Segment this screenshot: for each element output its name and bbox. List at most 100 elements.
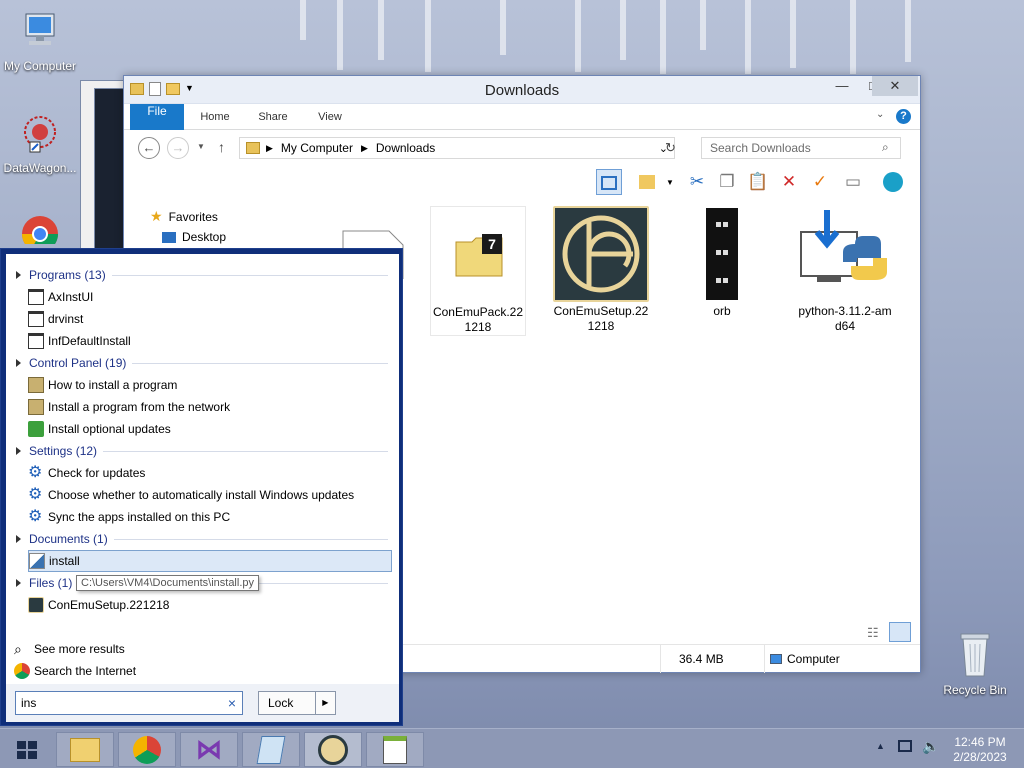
start-search-panel: Programs (13) AxInstUI drvinst InfDefaul… [0, 248, 403, 726]
large-icons-view-icon[interactable] [889, 622, 911, 642]
file-item[interactable]: 7 ConEmuPack.221218 [430, 206, 526, 336]
back-button[interactable]: ← [138, 137, 160, 159]
copy-icon[interactable]: ❐ [714, 169, 740, 195]
file-name: ConEmuPack.221218 [432, 305, 524, 334]
result-item[interactable]: Install optional updates [28, 418, 392, 440]
gear-icon: ⚙ [28, 464, 43, 481]
expand-icon [16, 447, 21, 455]
result-item[interactable]: ⚙ Sync the apps installed on this PC [28, 506, 392, 528]
see-more-results-link[interactable]: ⌕ See more results [14, 638, 378, 660]
power-options-arrow[interactable]: ▶ [316, 692, 335, 714]
desktop-icon-chrome[interactable] [0, 214, 80, 244]
network-icon[interactable] [898, 740, 912, 752]
result-item-selected[interactable]: install [28, 550, 392, 572]
globe-icon[interactable] [880, 169, 906, 195]
desktop-icon-recycle-bin[interactable]: Recycle Bin [935, 630, 1015, 697]
ribbon-expand-icon[interactable]: ⌄ [876, 109, 884, 120]
taskbar-visual-studio[interactable]: ⋈ [180, 732, 238, 767]
computer-icon [0, 10, 80, 57]
tab-file[interactable]: File [130, 104, 184, 130]
result-item[interactable]: ⚙ Choose whether to automatically install… [28, 484, 392, 506]
programs-features-icon [28, 377, 44, 393]
taskbar-notepad-plus-plus[interactable] [366, 732, 424, 767]
file-item[interactable]: ConEmuSetup.221218 [553, 206, 649, 334]
clock-date: 2/28/2023 [953, 750, 1007, 764]
delete-icon[interactable]: ✕ [776, 169, 802, 195]
desktop-icon-my-computer[interactable]: My Computer [0, 10, 80, 73]
details-view-icon[interactable]: ☷ [867, 625, 879, 641]
group-header-programs[interactable]: Programs (13) [16, 266, 388, 284]
clock[interactable]: 12:46 PM 2/28/2023 [945, 735, 1015, 765]
select-folder-icon[interactable] [634, 169, 660, 195]
clear-search-icon[interactable]: × [228, 692, 236, 714]
svg-text:7: 7 [488, 236, 496, 252]
tab-share[interactable]: Share [248, 104, 298, 130]
group-header-settings[interactable]: Settings (12) [16, 442, 388, 460]
explorer-titlebar[interactable]: ▼ Downloads — □ ✕ [124, 76, 920, 104]
checkmark-icon[interactable]: ✓ [807, 169, 833, 195]
result-item[interactable]: ⚙ Check for updates [28, 462, 392, 484]
notepad-icon [256, 735, 286, 764]
orb-icon [674, 206, 770, 302]
file-explorer-icon [70, 737, 100, 762]
gear-icon: ⚙ [28, 486, 43, 503]
up-button[interactable]: ↑ [218, 139, 225, 155]
help-icon[interactable]: ? [896, 109, 911, 124]
start-button[interactable] [17, 741, 37, 759]
chrome-icon [133, 735, 161, 764]
forward-button[interactable]: → [167, 137, 189, 159]
app-window-icon [28, 311, 44, 327]
desktop-icon-label: My Computer [3, 59, 77, 73]
expand-icon [16, 535, 21, 543]
recent-locations-icon[interactable]: ▼ [197, 142, 205, 151]
datawagon-icon [0, 112, 80, 159]
close-button[interactable]: ✕ [872, 76, 918, 96]
search-input[interactable]: Search Downloads [701, 137, 901, 159]
nav-desktop[interactable]: Desktop [162, 230, 226, 244]
preview-pane-icon[interactable] [596, 169, 622, 195]
archive-7z-icon: 7 [431, 207, 527, 303]
desktop-icon-datawagon[interactable]: DataWagon... [0, 112, 80, 175]
result-item[interactable]: InfDefaultInstall [28, 330, 392, 352]
explorer-toolbar: ▼ ✂ ❐ 📋 ✕ ✓ ▭ [124, 166, 920, 198]
group-header-documents[interactable]: Documents (1) [16, 530, 388, 548]
taskbar-file-explorer[interactable] [56, 732, 114, 767]
group-header-control-panel[interactable]: Control Panel (19) [16, 354, 388, 372]
lock-button[interactable]: Lock [259, 692, 316, 714]
search-internet-link[interactable]: Search the Internet [14, 660, 378, 682]
file-item[interactable]: python-3.11.2-amd64 [797, 206, 893, 334]
breadcrumb-downloads[interactable]: Downloads [376, 141, 435, 155]
python-file-icon [29, 553, 45, 569]
python-installer-icon [797, 206, 893, 302]
search-icon[interactable]: ⌕ [882, 140, 889, 155]
result-item[interactable]: Install a program from the network [28, 396, 392, 418]
visual-studio-icon: ⋈ [196, 734, 222, 764]
search-query-input[interactable]: ins × [15, 691, 243, 715]
minimize-button[interactable]: — [826, 76, 858, 96]
result-item[interactable]: ConEmuSetup.221218 [28, 594, 392, 616]
tab-view[interactable]: View [305, 104, 355, 130]
refresh-icon[interactable]: ↻ [665, 140, 676, 156]
conemu-icon [553, 206, 649, 302]
taskbar-conemu[interactable] [304, 732, 362, 767]
result-item[interactable]: drvinst [28, 308, 392, 330]
chevron-down-icon[interactable]: ▼ [666, 178, 674, 187]
breadcrumb-my-computer[interactable]: My Computer [281, 141, 353, 155]
clock-time: 12:46 PM [954, 735, 1006, 749]
taskbar-notepad[interactable] [242, 732, 300, 767]
show-hidden-icons[interactable]: ▲ [876, 741, 885, 751]
result-item[interactable]: How to install a program [28, 374, 392, 396]
rename-icon[interactable]: ▭ [840, 169, 866, 195]
nav-desktop-label: Desktop [182, 230, 227, 244]
volume-icon[interactable]: 🔈 [922, 738, 939, 755]
desktop-wallpaper-stripes [0, 0, 1024, 80]
nav-favorites[interactable]: ★ Favorites [150, 208, 218, 225]
tab-home[interactable]: Home [190, 104, 240, 130]
taskbar-chrome[interactable] [118, 732, 176, 767]
address-bar[interactable]: ▶ My Computer ▶ Downloads ⌄ [239, 137, 675, 159]
result-item[interactable]: AxInstUI [28, 286, 392, 308]
file-item[interactable]: orb [674, 206, 770, 319]
cut-icon[interactable]: ✂ [684, 169, 710, 195]
chrome-icon [14, 663, 30, 679]
paste-icon[interactable]: 📋 [745, 169, 771, 195]
